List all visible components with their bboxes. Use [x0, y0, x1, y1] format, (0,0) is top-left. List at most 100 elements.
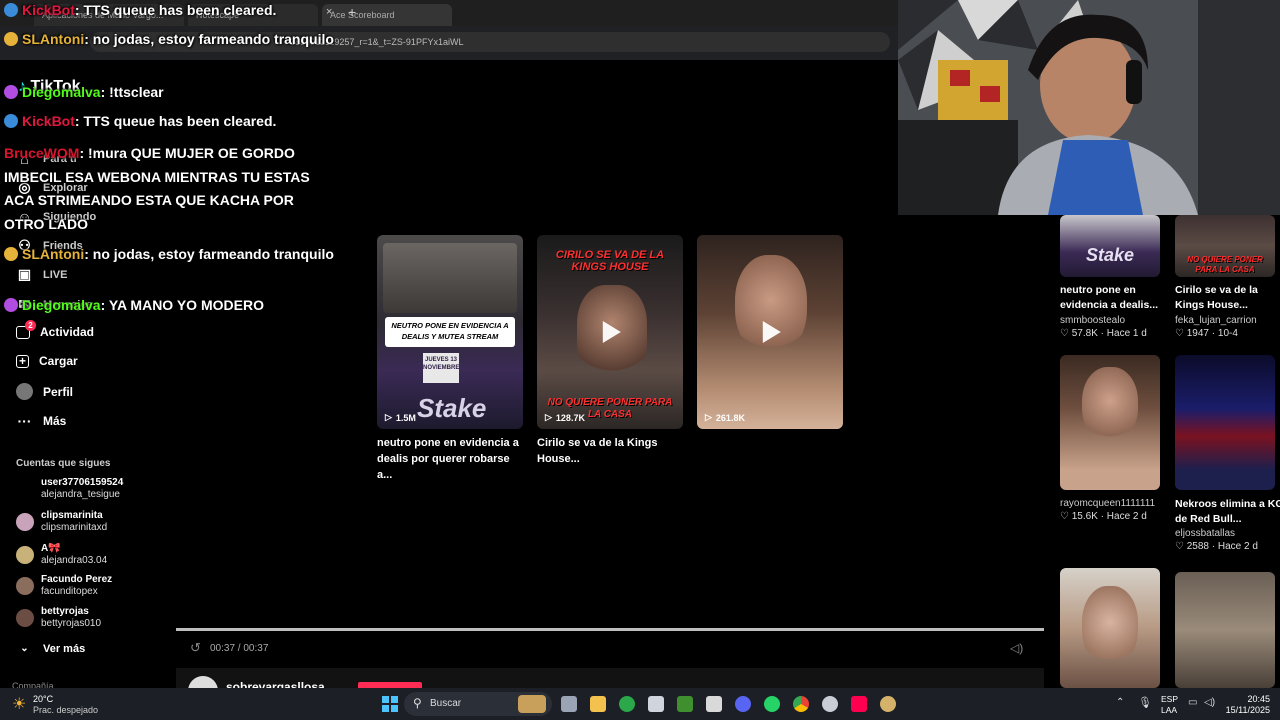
- sidebar-item-actividad[interactable]: 2 Actividad: [16, 319, 94, 339]
- video-progress-fill: [176, 628, 1044, 631]
- search-highlight-icon: [518, 695, 546, 713]
- language-layout: LAA: [1161, 705, 1178, 715]
- video-views: ▷ 1.5M: [385, 412, 416, 423]
- chat-message: Diegomalva: YA MANO YO MODERO: [4, 296, 264, 314]
- weather-temp[interactable]: 20°C: [33, 694, 53, 704]
- avatar: [16, 480, 34, 498]
- discord-icon[interactable]: [735, 696, 751, 712]
- sidebar-item-mas[interactable]: ··· Más: [16, 412, 67, 429]
- volume-icon[interactable]: ◁): [1204, 697, 1215, 708]
- warning-badge-icon: [4, 32, 18, 46]
- chevron-up-icon[interactable]: ⌃: [1116, 697, 1124, 708]
- see-more-button[interactable]: ⌄ Ver más: [16, 640, 85, 657]
- following-item[interactable]: user37706159524 alejandra_tesigue: [16, 477, 123, 501]
- activity-badge: 2: [25, 319, 36, 331]
- heart-icon: ♡: [1175, 328, 1187, 339]
- language-indicator[interactable]: ESP: [1161, 694, 1178, 704]
- grid-thumbnail[interactable]: [1175, 355, 1275, 490]
- following-item[interactable]: clipsmarinita clipsmarinitaxd: [16, 510, 107, 534]
- stake-logo: Stake: [417, 393, 487, 423]
- grid-thumbnail[interactable]: [1060, 355, 1160, 490]
- minecraft-icon[interactable]: [677, 696, 693, 712]
- whatsapp-icon[interactable]: [764, 696, 780, 712]
- app-icon[interactable]: [880, 696, 896, 712]
- store-icon[interactable]: [648, 696, 664, 712]
- video-title[interactable]: neutro pone en evidencia a dealis por qu…: [377, 435, 527, 483]
- video-card[interactable]: CIRILO SE VA DE LA KINGS HOUSE NO QUIERE…: [537, 235, 683, 429]
- grid-title[interactable]: Nekroos elimina a KG de Red Bull...: [1175, 497, 1280, 527]
- play-icon[interactable]: [602, 321, 621, 343]
- profile-icon: [16, 383, 33, 400]
- video-overlay-caption: NEUTRO PONE EN EVIDENCIA A DEALIS Y MUTE…: [385, 317, 515, 347]
- following-item[interactable]: Facundo Perez facunditopex: [16, 574, 112, 598]
- video-card[interactable]: NEUTRO PONE EN EVIDENCIA A DEALIS Y MUTE…: [377, 235, 523, 429]
- grid-stats: ♡ 15.6K · Hace 2 d: [1060, 511, 1147, 522]
- play-icon: ▷: [545, 412, 552, 422]
- weather-desc: Prac. despejado: [33, 705, 99, 715]
- video-card[interactable]: ▷ 261.8K: [697, 235, 843, 429]
- grid-thumbnail[interactable]: NO QUIERE PONER PARA LA CASA: [1175, 215, 1275, 277]
- following-item[interactable]: A🎀 alejandra03.04: [16, 543, 107, 567]
- clock-date: 15/11/2025: [1225, 705, 1270, 715]
- following-title: Cuentas que sigues: [16, 458, 111, 469]
- chrome-icon[interactable]: [793, 696, 809, 712]
- windows-start-icon[interactable]: [382, 696, 398, 712]
- grid-author[interactable]: feka_lujan_carrion: [1175, 315, 1257, 326]
- grid-title[interactable]: neutro pone en evidencia a dealis...: [1060, 283, 1170, 313]
- new-tab-button[interactable]: +: [348, 4, 356, 20]
- more-icon: ···: [17, 412, 32, 429]
- replay-icon[interactable]: ↺: [190, 640, 201, 656]
- video-thumbnail-people: [383, 243, 517, 313]
- tiktok-icon[interactable]: [851, 696, 867, 712]
- chat-message: KickBot: TTS queue has been cleared.: [4, 1, 276, 19]
- file-explorer-icon[interactable]: [590, 696, 606, 712]
- volume-icon[interactable]: ◁): [1010, 641, 1023, 655]
- upload-icon: +: [16, 354, 29, 368]
- network-icon[interactable]: ▭: [1188, 697, 1197, 708]
- webcam-image: [898, 0, 1280, 215]
- stake-logo: Stake: [1086, 245, 1135, 265]
- sidebar-item-cargar[interactable]: + Cargar: [16, 354, 78, 368]
- sidebar-item-live[interactable]: ▣ LIVE: [16, 266, 68, 283]
- play-icon: ▷: [705, 412, 712, 422]
- video-date-label: JUEVES 13 NOVIEMBRE: [423, 353, 459, 383]
- heart-icon: ♡: [1175, 541, 1187, 552]
- grid-title[interactable]: Cirilo se va de la Kings House...: [1175, 283, 1280, 313]
- webcam-feed: [898, 0, 1280, 215]
- warning-badge-icon: [4, 247, 18, 261]
- microphone-icon[interactable]: 🎙: [1138, 696, 1152, 709]
- avatar: [16, 577, 34, 595]
- play-icon[interactable]: [762, 321, 781, 343]
- app-icon[interactable]: [822, 696, 838, 712]
- clock-time[interactable]: 20:45: [1228, 694, 1270, 704]
- grid-author[interactable]: rayomcqueen1111111: [1060, 498, 1155, 509]
- search-placeholder: Buscar: [430, 698, 462, 709]
- bot-badge-icon: [4, 114, 18, 128]
- play-icon: ▷: [385, 412, 392, 422]
- sidebar-item-perfil[interactable]: Perfil: [16, 383, 73, 400]
- taskbar-search[interactable]: ⚲ Buscar: [404, 692, 552, 716]
- task-view-icon[interactable]: [561, 696, 577, 712]
- bot-badge-icon: [4, 3, 18, 17]
- video-views: ▷ 261.8K: [705, 412, 745, 423]
- grid-thumbnail[interactable]: [1175, 572, 1275, 688]
- commenter-name[interactable]: sobrevargasllosa: [226, 680, 325, 688]
- heart-icon: ♡: [1060, 328, 1072, 339]
- grid-author[interactable]: smmboostealo: [1060, 315, 1125, 326]
- tab-3[interactable]: Ace Scoreboard: [322, 4, 452, 26]
- close-tab-icon[interactable]: ×: [326, 6, 332, 18]
- xbox-icon[interactable]: [619, 696, 635, 712]
- grid-stats: ♡ 57.8K · Hace 1 d: [1060, 328, 1147, 339]
- weather-icon[interactable]: ☀: [12, 694, 26, 714]
- grid-author[interactable]: eljossbatallas: [1175, 528, 1235, 539]
- search-icon: ⚲: [413, 696, 422, 710]
- following-item[interactable]: bettyrojas bettyrojas010: [16, 606, 101, 630]
- grid-thumbnail[interactable]: Stake: [1060, 215, 1160, 277]
- taskbar: [0, 688, 1280, 720]
- grid-thumbnail[interactable]: [1060, 568, 1160, 688]
- video-title[interactable]: Cirilo se va de la Kings House...: [537, 435, 687, 467]
- chevron-down-icon: ⌄: [20, 643, 29, 654]
- sub-badge-icon: [4, 298, 18, 312]
- app-icon[interactable]: [706, 696, 722, 712]
- avatar: [16, 513, 34, 531]
